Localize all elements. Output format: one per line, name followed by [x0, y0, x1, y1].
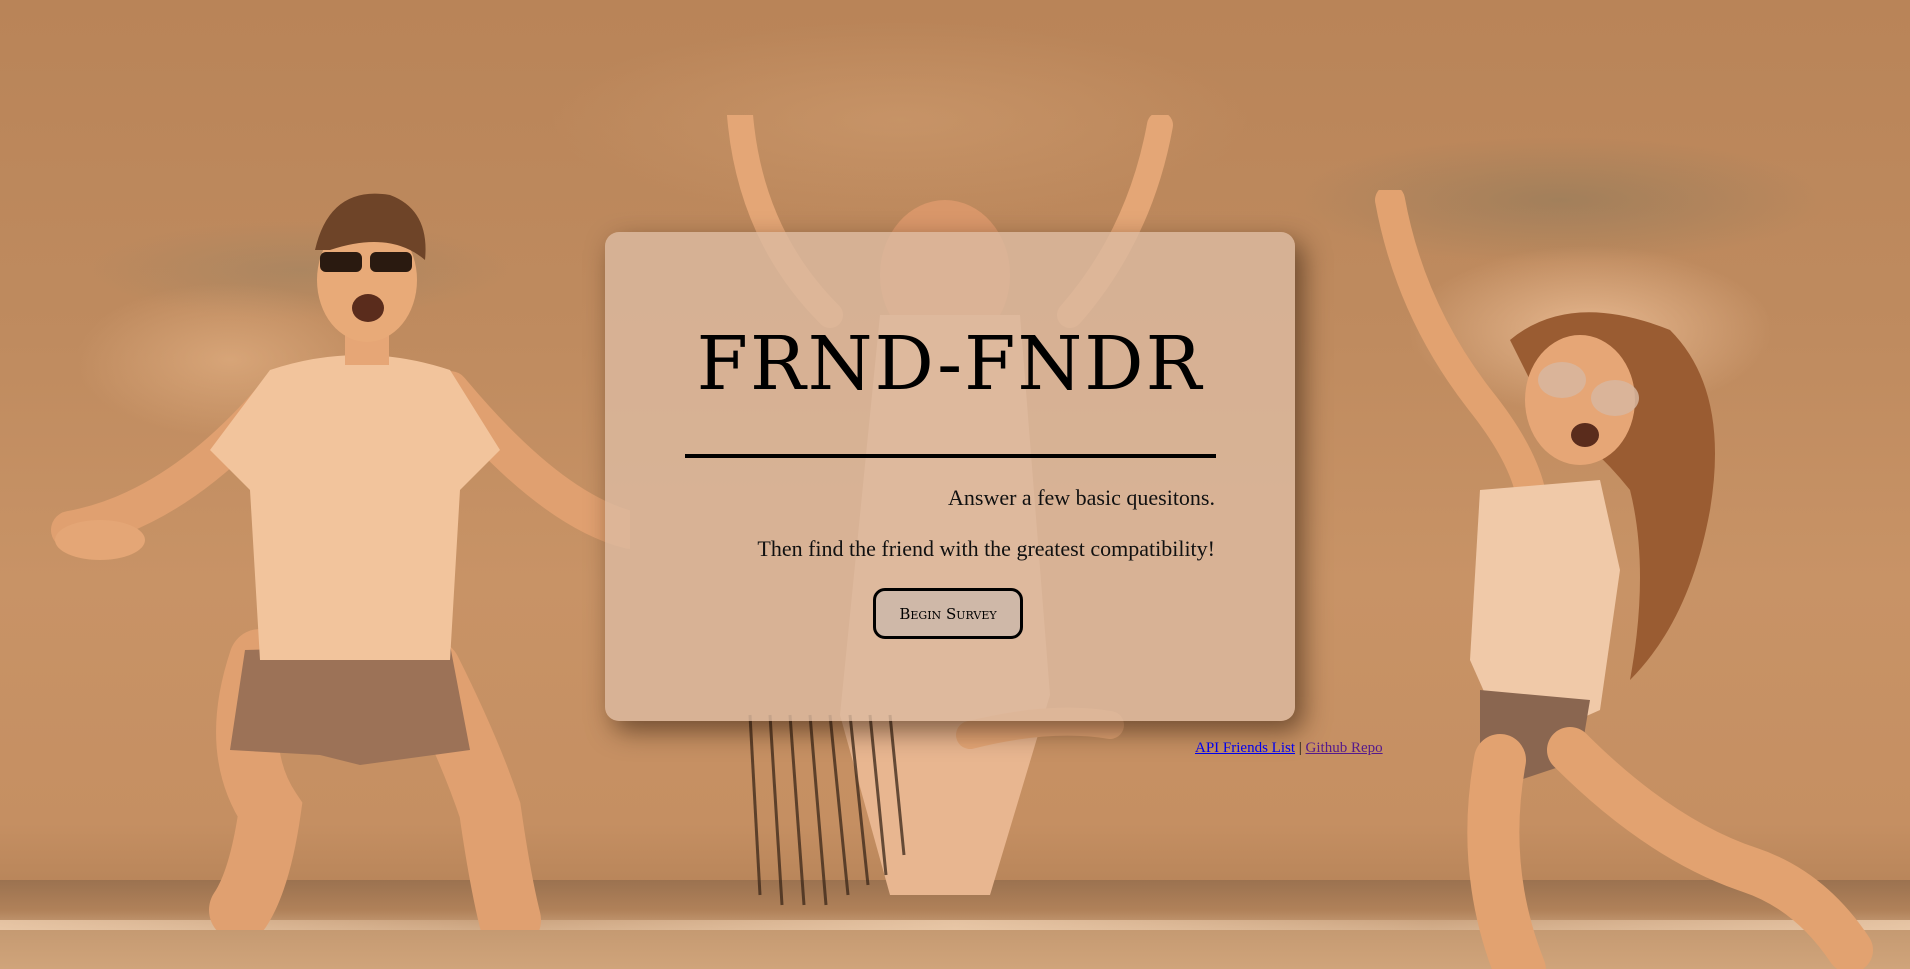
begin-survey-button[interactable]: Begin Survey: [873, 588, 1023, 639]
intro-card: FRND-FNDR Answer a few basic quesitons. …: [605, 232, 1295, 721]
intro-text-line-2: Then find the friend with the greatest c…: [757, 536, 1215, 561]
jumping-man-figure: [51, 193, 630, 930]
api-friends-list-link[interactable]: API Friends List: [1195, 740, 1295, 756]
footer-links: API Friends List | Github Repo: [1195, 740, 1383, 757]
github-repo-link[interactable]: Github Repo: [1306, 740, 1383, 756]
intro-text-line-1: Answer a few basic quesitons.: [948, 485, 1215, 510]
jumping-woman-right-figure: [1375, 190, 1873, 969]
title-divider: [685, 454, 1216, 458]
page-title: FRND-FNDR: [696, 321, 1204, 407]
link-separator: |: [1298, 740, 1302, 756]
